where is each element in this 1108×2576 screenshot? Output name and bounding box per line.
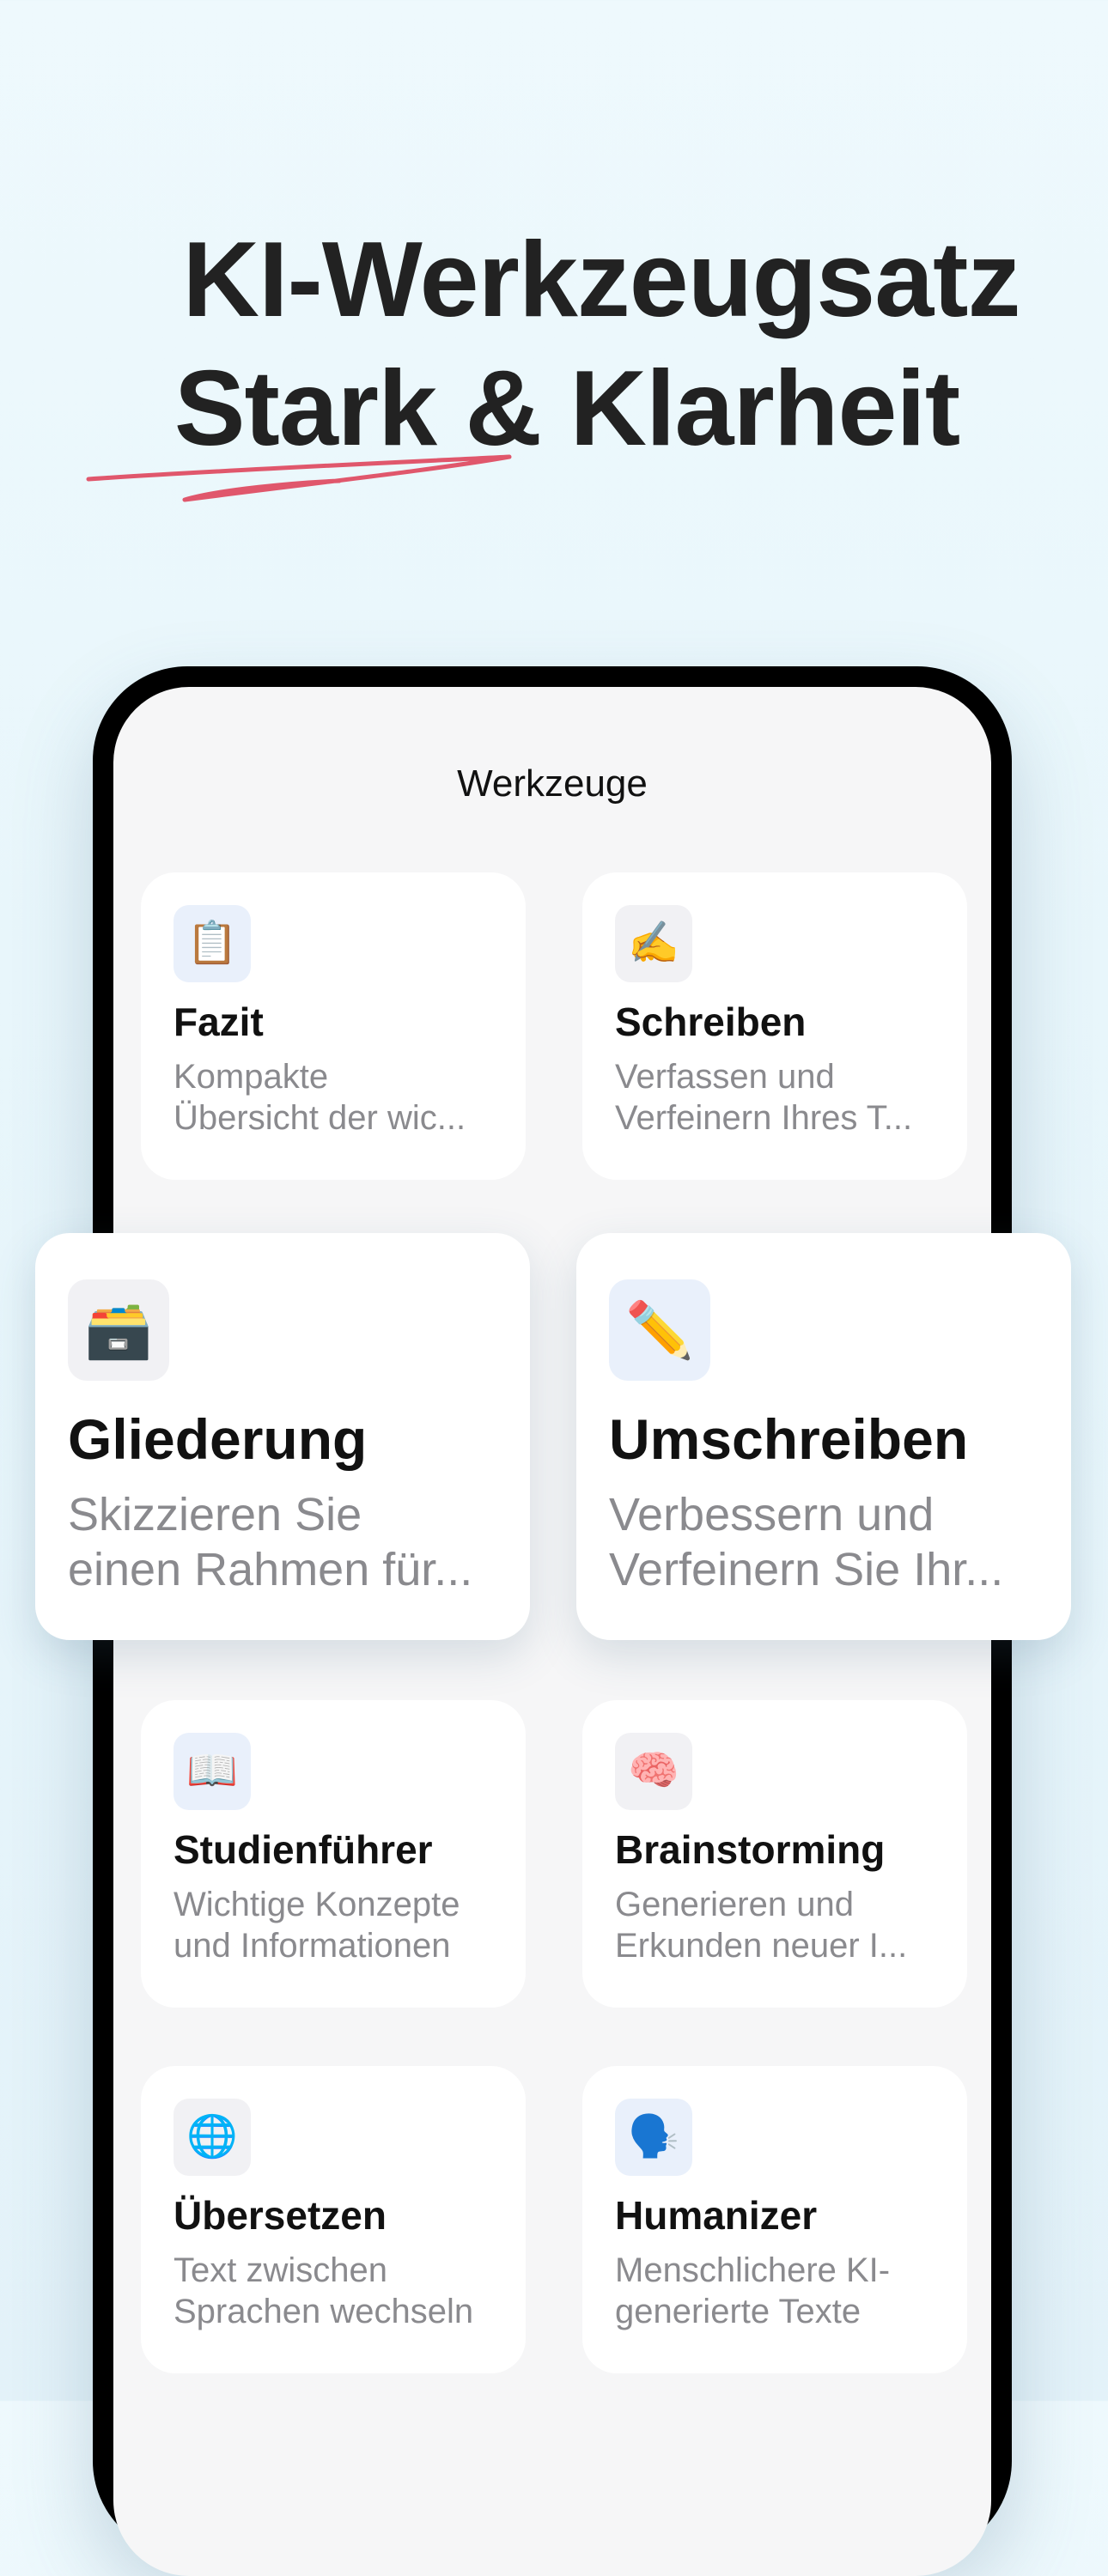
tool-card-brainstorming[interactable]: 🧠 Brainstorming Generieren und Erkunden … <box>582 1700 967 2008</box>
pencil-icon: ✏️ <box>609 1279 710 1381</box>
tool-card-title: Humanizer <box>615 2193 818 2238</box>
tool-card-description: Kompakte Übersicht der wic... <box>174 1058 466 1137</box>
clipboard-icon: 📋 <box>174 905 251 982</box>
tool-card-description: Text zwischen Sprachen wechseln <box>174 2251 474 2330</box>
tool-card-gliederung[interactable]: 🗃️ Gliederung Skizzieren Sie einen Rahme… <box>35 1233 530 1640</box>
tool-card-description: Generieren und Erkunden neuer I... <box>615 1886 908 1965</box>
screen-title: Werkzeuge <box>457 762 648 805</box>
headline-line-1: KI-Werkzeugsatz <box>182 221 1021 339</box>
open-book-icon: 📖 <box>174 1733 251 1810</box>
tool-card-description: Wichtige Konzepte und Informationen <box>174 1886 460 1965</box>
tool-card-title: Übersetzen <box>174 2193 387 2238</box>
tool-card-title: Fazit <box>174 999 264 1044</box>
underline-swoosh-decoration <box>86 454 512 502</box>
writing-hand-icon: ✍️ <box>615 905 692 982</box>
tool-card-description: Menschlichere KI- generierte Texte <box>615 2251 891 2330</box>
tool-card-uebersetzen[interactable]: 🌐 Übersetzen Text zwischen Sprachen wech… <box>141 2066 526 2373</box>
tool-card-description: Skizzieren Sie einen Rahmen für... <box>68 1489 473 1595</box>
tool-card-description: Verfassen und Verfeinern Ihres T... <box>615 1058 913 1137</box>
tool-card-title: Studienführer <box>174 1827 433 1872</box>
tool-card-description: Verbessern und Verfeinern Sie Ihr... <box>609 1489 1004 1595</box>
speaking-head-icon: 🗣️ <box>615 2099 692 2176</box>
tool-card-fazit[interactable]: 📋 Fazit Kompakte Übersicht der wic... <box>141 872 526 1180</box>
tool-card-humanizer[interactable]: 🗣️ Humanizer Menschlichere KI- generiert… <box>582 2066 967 2373</box>
tool-card-studienfuehrer[interactable]: 📖 Studienführer Wichtige Konzepte und In… <box>141 1700 526 2008</box>
tool-card-schreiben[interactable]: ✍️ Schreiben Verfassen und Verfeinern Ih… <box>582 872 967 1180</box>
tool-card-umschreiben[interactable]: ✏️ Umschreiben Verbessern und Verfeinern… <box>576 1233 1071 1640</box>
globe-icon: 🌐 <box>174 2099 251 2176</box>
tool-card-title: Umschreiben <box>609 1407 969 1471</box>
tool-card-title: Brainstorming <box>615 1827 886 1872</box>
card-file-box-icon: 🗃️ <box>68 1279 169 1381</box>
brain-icon: 🧠 <box>615 1733 692 1810</box>
tool-card-title: Gliederung <box>68 1407 368 1471</box>
tool-card-title: Schreiben <box>615 999 807 1044</box>
